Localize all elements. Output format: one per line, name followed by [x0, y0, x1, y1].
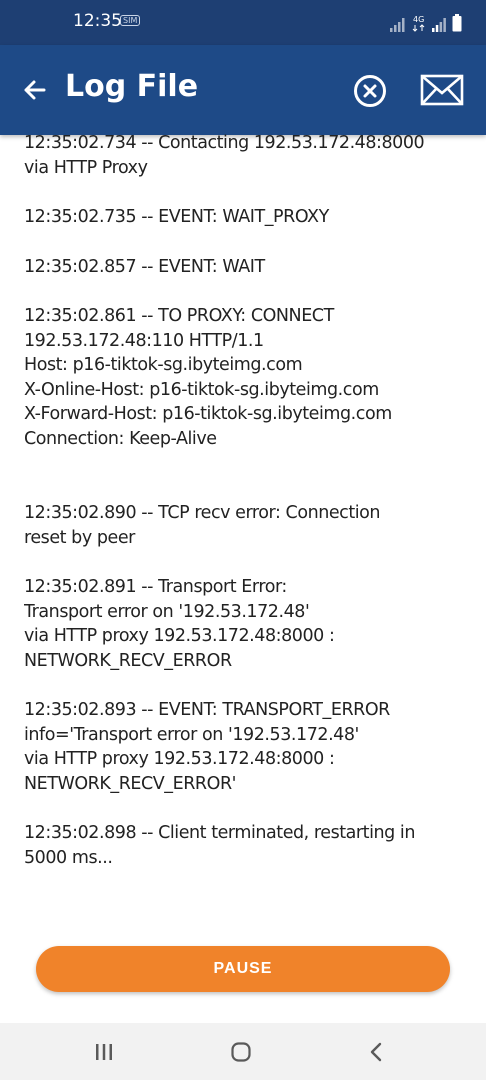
log-entry: 12:35:02.893 -- EVENT: TRANSPORT_ERROR i…: [24, 698, 474, 796]
app-bar: Log File: [0, 45, 486, 135]
log-line: X-Online-Host: p16-tiktok-sg.ibyteimg.co…: [24, 379, 379, 400]
back-chevron-icon[interactable]: [365, 1040, 389, 1064]
log-line: 12:35:02.735 -- EVENT: WAIT_PROXY: [24, 207, 329, 227]
log-entry: 12:35:02.734 -- Contacting 192.53.172.48…: [24, 131, 474, 180]
log-line: 12:35:02.890 -- TCP recv error: Connecti…: [24, 503, 381, 523]
log-line: via HTTP proxy 192.53.172.48:8000 :: [24, 626, 335, 646]
log-entry: 12:35:02.857 -- EVENT: WAIT: [24, 255, 474, 280]
log-line: NETWORK_RECV_ERROR': [24, 773, 237, 794]
signal-icon: [390, 18, 405, 32]
recents-icon[interactable]: [92, 1040, 116, 1064]
log-entry: 12:35:02.890 -- TCP recv error: Connecti…: [24, 501, 474, 550]
log-line: info='Transport error on '192.53.172.48': [24, 724, 359, 745]
page-title: Log File: [65, 69, 199, 104]
log-line: 12:35:02.861 -- TO PROXY: CONNECT: [24, 306, 334, 326]
log-line: 12:35:02.734 -- Contacting 192.53.172.48…: [24, 133, 425, 153]
log-line: 12:35:02.891 -- Transport Error:: [24, 577, 287, 597]
log-line: 12:35:02.898 -- Client terminated, resta…: [24, 823, 415, 843]
log-line: X-Forward-Host: p16-tiktok-sg.ibyteimg.c…: [24, 404, 392, 424]
log-line: Transport error on '192.53.172.48': [24, 601, 310, 622]
home-icon[interactable]: [229, 1040, 253, 1064]
status-time: 12:35: [73, 11, 122, 31]
battery-icon: [452, 14, 462, 32]
log-line: via HTTP Proxy: [24, 157, 148, 178]
log-line: via HTTP proxy 192.53.172.48:8000 :: [24, 749, 335, 769]
log-line: NETWORK_RECV_ERROR: [24, 650, 232, 671]
log-line: 12:35:02.857 -- EVENT: WAIT: [24, 256, 265, 277]
log-line: 5000 ms...: [24, 847, 113, 868]
back-arrow-icon[interactable]: [20, 75, 50, 105]
log-line: 192.53.172.48:110 HTTP/1.1: [24, 330, 264, 351]
navigation-bar: [0, 1023, 486, 1080]
log-entry: 12:35:02.861 -- TO PROXY: CONNECT 192.53…: [24, 304, 474, 451]
network-4g-icon: 4G: [412, 15, 425, 32]
status-icons: 4G: [390, 14, 462, 32]
mail-icon[interactable]: [420, 73, 464, 107]
log-line: 12:35:02.893 -- EVENT: TRANSPORT_ERROR: [24, 700, 390, 720]
log-line: Connection: Keep-Alive: [24, 428, 217, 449]
log-entry: 12:35:02.891 -- Transport Error: Transpo…: [24, 575, 474, 673]
signal-icon-2: [432, 18, 446, 32]
log-entry: 12:35:02.735 -- EVENT: WAIT_PROXY: [24, 205, 474, 230]
pause-button[interactable]: PAUSE: [36, 946, 450, 992]
log-line: Host: p16-tiktok-sg.ibyteimg.com: [24, 355, 303, 375]
sim-badge: SIM: [120, 15, 141, 26]
close-circle-icon[interactable]: [353, 74, 387, 108]
status-bar: 12:35 SIM 4G: [0, 0, 486, 45]
log-line: reset by peer: [24, 527, 135, 548]
log-content[interactable]: 12:35:02.734 -- Contacting 192.53.172.48…: [24, 131, 474, 911]
log-entry: 12:35:02.898 -- Client terminated, resta…: [24, 821, 474, 870]
svg-text:4G: 4G: [413, 15, 424, 24]
